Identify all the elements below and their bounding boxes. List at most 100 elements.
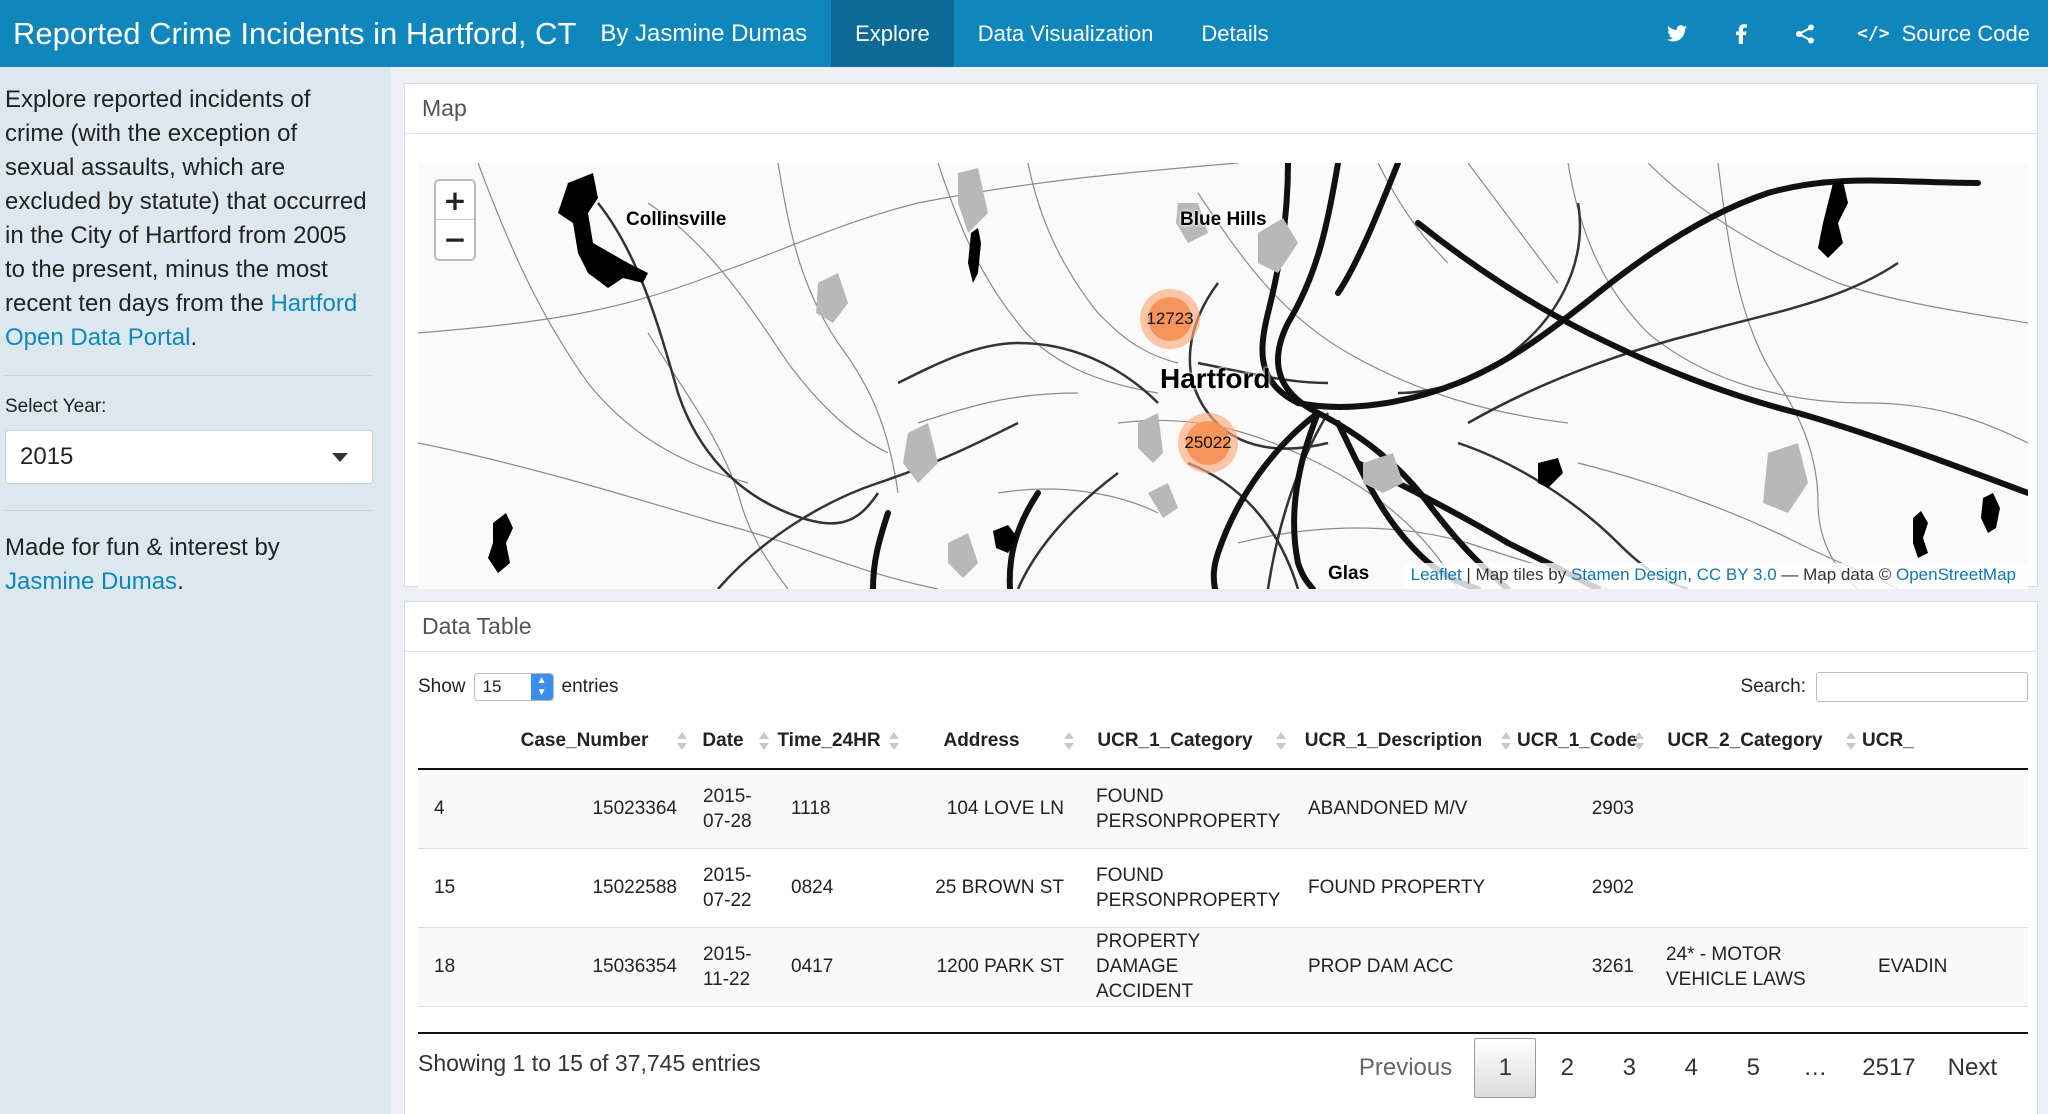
sidebar: Explore reported incidents of crime (wit…: [0, 67, 391, 1114]
main-content: Map + − Collinsville Blue Hills Hartford…: [391, 67, 2048, 1114]
table: Case_Number Date Time_24HR Address UCR_1…: [418, 714, 2028, 1007]
license-link[interactable]: CC BY 3.0: [1697, 565, 1777, 584]
sort-icon: [1846, 732, 1856, 752]
table-row[interactable]: 15 15022588 2015-07-22 0824 25 BROWN ST …: [418, 848, 2028, 928]
cell-case-number: 15023364: [498, 769, 693, 849]
stepper-arrows-icon: ▲ ▼: [530, 674, 553, 700]
place-label-hartford: Hartford: [1160, 363, 1271, 394]
table-header-row: Case_Number Date Time_24HR Address UCR_1…: [418, 714, 2028, 770]
entries-label: entries: [561, 676, 619, 697]
page-button-last[interactable]: 2517: [1846, 1038, 1931, 1098]
marker-cluster[interactable]: 12723: [1140, 289, 1200, 349]
page-length-select[interactable]: 15 ▲ ▼: [473, 673, 554, 701]
leaflet-link[interactable]: Leaflet: [1411, 565, 1462, 584]
attribution-tiles-text: | Map tiles by: [1461, 565, 1571, 584]
tab-data-visualization[interactable]: Data Visualization: [954, 0, 1178, 67]
cell-ucr2-category: [1650, 848, 1862, 928]
sort-icon: [1276, 732, 1286, 752]
cell-ucr2-category: 24* - MOTOR VEHICLE LAWS: [1650, 927, 1862, 1007]
column-label: UCR_1_Category: [1097, 730, 1253, 751]
cell-ucr1-description: FOUND PROPERTY: [1292, 848, 1517, 928]
app-title[interactable]: Reported Crime Incidents in Hartford, CT: [0, 16, 576, 52]
show-label: Show: [418, 676, 466, 697]
map-attribution: Leaflet | Map tiles by Stamen Design, CC…: [1404, 563, 2028, 589]
zoom-out-button[interactable]: −: [436, 220, 474, 259]
marker-cluster[interactable]: 25022: [1178, 413, 1238, 473]
zoom-control: + −: [434, 179, 476, 261]
intro-paragraph: Explore reported incidents of crime (wit…: [5, 83, 371, 355]
map-panel: Map + − Collinsville Blue Hills Hartford…: [404, 83, 2038, 589]
column-header-case-number[interactable]: Case_Number: [498, 714, 693, 770]
place-label-glas: Glas: [1328, 563, 1370, 584]
previous-page-button[interactable]: Previous: [1349, 1038, 1462, 1098]
sort-icon: [1634, 732, 1644, 752]
byline: By Jasmine Dumas: [600, 19, 808, 47]
cell-ucr1-category: FOUND PERSONPROPERTY: [1080, 848, 1292, 928]
cell-ucr2: [1862, 769, 2028, 849]
next-page-button[interactable]: Next: [1932, 1038, 2013, 1098]
cell-index: 18: [418, 927, 498, 1007]
twitter-icon[interactable]: [1645, 0, 1709, 67]
zoom-in-button[interactable]: +: [436, 181, 474, 220]
place-label-collinsville: Collinsville: [626, 209, 727, 230]
cell-address: 1200 PARK ST: [905, 927, 1080, 1007]
stamen-link[interactable]: Stamen Design: [1571, 565, 1687, 584]
column-header-ucr2[interactable]: UCR_: [1862, 714, 2028, 770]
footer-paragraph: Made for fun & interest by Jasmine Dumas…: [5, 531, 371, 599]
intro-end: .: [190, 324, 198, 351]
osm-link[interactable]: OpenStreetMap: [1896, 565, 2016, 584]
column-header-ucr1-code[interactable]: UCR_1_Code: [1517, 714, 1650, 770]
cluster-count: 25022: [1184, 421, 1232, 465]
column-label: UCR_1_Code: [1517, 730, 1638, 751]
cell-ucr1-category: FOUND PERSONPROPERTY: [1080, 769, 1292, 849]
column-header-index[interactable]: [418, 714, 498, 770]
page-button-4[interactable]: 4: [1660, 1038, 1722, 1098]
sidebar-divider: [5, 510, 373, 511]
column-header-date[interactable]: Date: [693, 714, 775, 770]
cell-time: 1118: [775, 769, 905, 849]
facebook-icon[interactable]: [1709, 0, 1773, 67]
cell-time: 0824: [775, 848, 905, 928]
footer-text: Made for fun & interest by: [5, 534, 280, 561]
share-icon[interactable]: [1773, 0, 1837, 67]
tab-details[interactable]: Details: [1177, 0, 1292, 67]
table-row[interactable]: 18 15036354 2015-11-22 0417 1200 PARK ST…: [418, 927, 2028, 1007]
page-button-1[interactable]: 1: [1474, 1038, 1537, 1098]
page-length-value: 15: [482, 677, 502, 696]
column-header-ucr2-category[interactable]: UCR_2_Category: [1650, 714, 1862, 770]
column-header-time[interactable]: Time_24HR: [775, 714, 905, 770]
cell-case-number: 15036354: [498, 927, 693, 1007]
attribution-sep: ,: [1687, 565, 1697, 584]
table-row[interactable]: 4 15023364 2015-07-28 1118 104 LOVE LN F…: [418, 769, 2028, 849]
code-icon: </>: [1857, 23, 1890, 44]
place-label-blue-hills: Blue Hills: [1180, 209, 1267, 230]
source-code-link[interactable]: </> Source Code: [1837, 21, 2042, 47]
page-button-2[interactable]: 2: [1536, 1038, 1598, 1098]
tab-explore[interactable]: Explore: [831, 0, 954, 67]
column-header-address[interactable]: Address: [905, 714, 1080, 770]
cluster-count: 12723: [1146, 297, 1194, 341]
nav-right: </> Source Code: [1645, 0, 2048, 67]
cell-address: 25 BROWN ST: [905, 848, 1080, 928]
page-button-5[interactable]: 5: [1722, 1038, 1784, 1098]
column-label: Time_24HR: [777, 730, 881, 751]
cell-ucr1-description: ABANDONED M/V: [1292, 769, 1517, 849]
source-code-label: Source Code: [1901, 20, 2030, 46]
data-table: Case_Number Date Time_24HR Address UCR_1…: [418, 714, 2028, 1036]
map[interactable]: + − Collinsville Blue Hills Hartford Gla…: [418, 163, 2028, 589]
page-button-3[interactable]: 3: [1598, 1038, 1660, 1098]
column-header-ucr1-category[interactable]: UCR_1_Category: [1080, 714, 1292, 770]
sort-icon: [1064, 732, 1074, 752]
year-select[interactable]: 2015: [5, 430, 373, 484]
table-controls: Show 15 ▲ ▼ entries Search:: [418, 671, 2028, 703]
caret-down-icon: [332, 452, 348, 462]
table-info: Showing 1 to 15 of 37,745 entries: [418, 1050, 761, 1076]
author-link[interactable]: Jasmine Dumas: [5, 568, 177, 595]
nav-tabs: Explore Data Visualization Details: [831, 0, 1293, 67]
column-header-ucr1-description[interactable]: UCR_1_Description: [1292, 714, 1517, 770]
search-input[interactable]: [1816, 672, 2028, 702]
sort-icon: [677, 732, 687, 752]
cell-ucr2-category: [1650, 769, 1862, 849]
map-heading: Map: [405, 84, 2037, 134]
cell-ucr1-code: 2903: [1517, 769, 1650, 849]
